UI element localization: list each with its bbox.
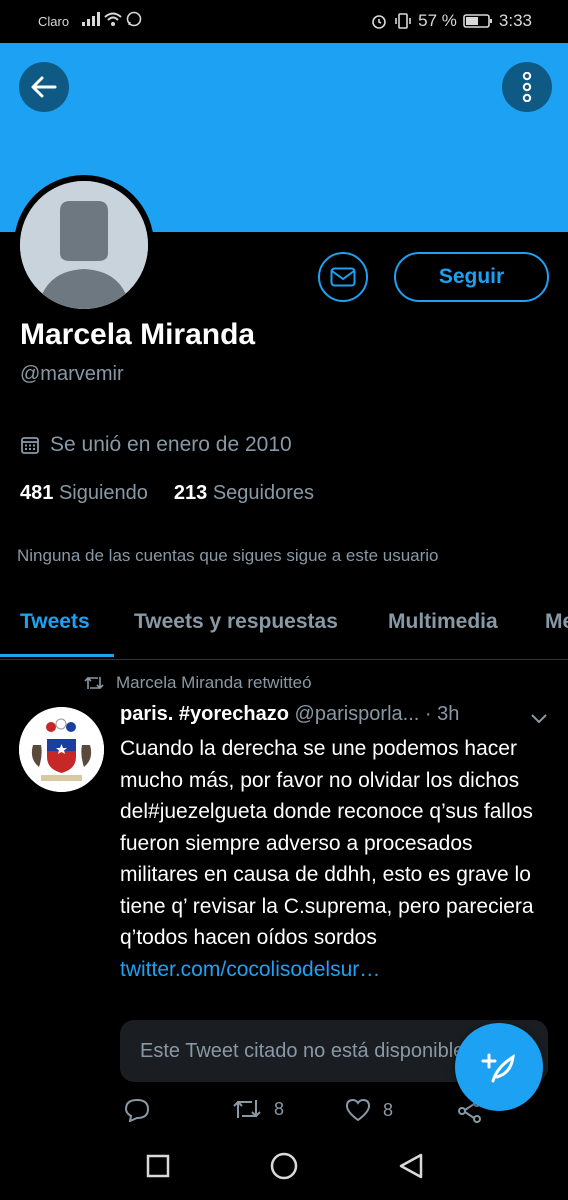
following-link[interactable]: 481 Siguiendo <box>20 482 148 505</box>
default-avatar-icon <box>20 181 148 309</box>
chevron-down-icon <box>531 714 547 724</box>
signal-icon <box>82 12 100 26</box>
triangle-back-icon <box>399 1153 423 1179</box>
circle-icon <box>270 1152 298 1180</box>
profile-handle: @marvemir <box>20 363 124 385</box>
reply-button[interactable] <box>124 1098 150 1122</box>
tweet-body: Cuando la derecha se une podemos hacer m… <box>120 733 550 985</box>
vibrate-icon <box>395 13 411 29</box>
retweet-text: Marcela Miranda retwitteó <box>116 673 312 692</box>
mutual-followers-note: Ninguna de las cuentas que sigues sigue … <box>17 546 439 565</box>
battery-percent: 57 % <box>418 11 457 30</box>
retweet-icon <box>84 676 104 690</box>
retweet-count: 8 <box>274 1098 285 1119</box>
tweet-author-avatar[interactable] <box>19 707 104 792</box>
tweet-time: · 3h <box>424 703 460 725</box>
tab-media[interactable]: Multimedia <box>388 610 498 634</box>
more-options-button[interactable] <box>502 62 552 112</box>
square-icon <box>146 1154 170 1178</box>
battery-icon <box>463 14 492 28</box>
tweet-menu-button[interactable] <box>530 712 548 730</box>
tab-tweets-replies[interactable]: Tweets y respuestas <box>134 610 338 634</box>
tweet-author-name[interactable]: paris. #yorechazo <box>120 703 289 725</box>
like-count: 8 <box>383 1099 394 1120</box>
clock: 3:33 <box>498 11 532 30</box>
carrier-label: Claro <box>38 14 70 29</box>
system-navigation-bar <box>0 1136 568 1200</box>
vertical-dots-icon <box>522 72 532 102</box>
wifi-icon <box>104 12 122 26</box>
calendar-icon <box>21 437 39 454</box>
alarm-icon <box>372 15 386 29</box>
follow-button[interactable]: Seguir <box>394 252 549 302</box>
joined-date: Se unió en enero de 2010 <box>20 433 292 457</box>
message-button[interactable] <box>318 252 368 302</box>
tab-likes[interactable]: Me <box>545 610 568 634</box>
mail-icon <box>330 267 356 287</box>
profile-tabs: Tweets Tweets y respuestas Multimedia Me <box>0 598 568 660</box>
reply-icon <box>124 1098 150 1122</box>
arrow-left-icon <box>31 76 57 98</box>
tweet-header: paris. #yorechazo @parisporla... · 3h <box>120 703 550 726</box>
tweet-text: Cuando la derecha se une podemos hacer m… <box>120 737 534 949</box>
compose-tweet-button[interactable] <box>455 1023 543 1111</box>
recents-button[interactable] <box>146 1154 170 1183</box>
status-bar: Claro 57 % 3:33 <box>0 0 568 43</box>
back-button[interactable] <box>19 62 69 112</box>
chile-coat-of-arms-icon <box>19 707 104 792</box>
heart-icon <box>345 1098 371 1122</box>
joined-text: Se unió en enero de 2010 <box>50 433 292 456</box>
home-button[interactable] <box>270 1152 298 1185</box>
follow-stats: 481 Siguiendo 213 Seguidores <box>20 482 314 505</box>
retweet-icon <box>233 1100 261 1118</box>
retweet-button[interactable]: 8 <box>232 1098 284 1120</box>
back-nav-button[interactable] <box>398 1152 424 1185</box>
like-button[interactable]: 8 <box>345 1098 393 1122</box>
profile-avatar[interactable] <box>20 181 148 309</box>
compose-feather-icon <box>481 1053 515 1083</box>
tweet-link[interactable]: twitter.com/cocolisodelsur… <box>120 958 380 981</box>
tweet-author-username[interactable]: @parisporla... <box>295 703 420 725</box>
whatsapp-icon <box>126 11 142 27</box>
profile-name: Marcela Miranda <box>20 318 256 351</box>
followers-link[interactable]: 213 Seguidores <box>174 482 314 505</box>
active-tab-indicator <box>0 654 114 657</box>
tab-tweets[interactable]: Tweets <box>20 610 90 634</box>
retweet-indicator: Marcela Miranda retwitteó <box>84 673 312 693</box>
